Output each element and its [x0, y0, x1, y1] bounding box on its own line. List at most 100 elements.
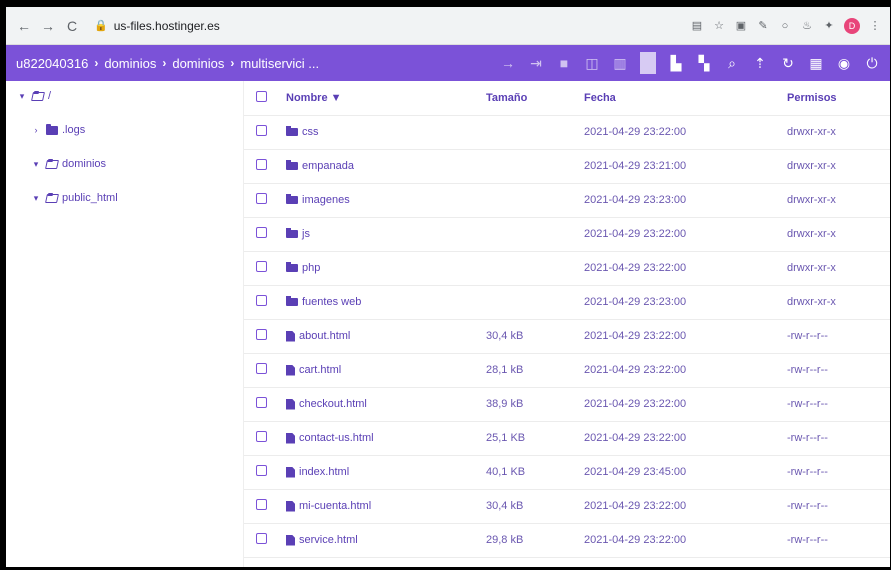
new-file-icon[interactable]: ▙	[668, 55, 684, 72]
column-name[interactable]: Nombre ▼	[286, 81, 486, 116]
table-row[interactable]: imagenes 2021-04-29 23:23:00 drwxr-xr-x	[244, 183, 890, 218]
file-name[interactable]: mi-cuenta.html	[299, 500, 371, 512]
table-row[interactable]: mi-cuenta.html 30,4 kB 2021-04-29 23:22:00…	[244, 489, 890, 524]
breadcrumb-item[interactable]: u822040316	[16, 56, 88, 71]
bookmark-star-icon[interactable]: ☆	[712, 19, 726, 33]
row-checkbox[interactable]	[256, 329, 267, 340]
table-row[interactable]: php 2021-04-29 23:22:00 drwxr-xr-x	[244, 251, 890, 286]
file-name[interactable]: css	[302, 126, 319, 138]
reload-icon[interactable]: C	[62, 18, 82, 34]
file-name[interactable]: about.html	[299, 330, 350, 342]
profile-avatar[interactable]: D	[844, 17, 860, 34]
row-checkbox[interactable]	[256, 397, 267, 408]
file-date: 2021-04-29 23:22:00	[584, 421, 787, 456]
menu-dots-icon[interactable]: ⋮	[868, 19, 882, 33]
tree-item-public-html[interactable]: ▾ public_html	[6, 187, 243, 209]
file-permissions: -rw-r--r--	[787, 353, 890, 388]
copy-icon[interactable]: ⇥	[528, 55, 544, 72]
table-row[interactable]: service.html 29,8 kB 2021-04-29 23:22:00 -r…	[244, 523, 890, 558]
column-permissions[interactable]: Permisos	[787, 81, 890, 116]
file-name[interactable]: empanada	[302, 160, 354, 172]
chevron-down-icon[interactable]: ▾	[16, 91, 28, 102]
file-permissions: -rw-r--r--	[787, 455, 890, 490]
file-name[interactable]: index.html	[299, 466, 349, 478]
file-date: 2021-04-29 23:22:00	[584, 251, 787, 286]
row-checkbox[interactable]	[256, 193, 267, 204]
table-row[interactable]: empanada 2021-04-29 23:21:00 drwxr-xr-x	[244, 149, 890, 184]
row-checkbox[interactable]	[256, 159, 267, 170]
file-permissions: -rw-r--r--	[787, 387, 890, 422]
column-date[interactable]: Fecha	[584, 81, 787, 116]
breadcrumb-item[interactable]: multiservici ...	[240, 56, 319, 71]
extension-icon[interactable]: ▣	[734, 19, 748, 33]
folder-tree: ▾ / › .logs ▾ dominios ▾ public_html	[6, 81, 244, 567]
file-size	[486, 251, 584, 286]
row-checkbox[interactable]	[256, 431, 267, 442]
row-checkbox[interactable]	[256, 465, 267, 476]
file-name[interactable]: checkout.html	[299, 398, 367, 410]
forward-icon[interactable]: →	[38, 18, 58, 34]
table-row[interactable]: about.html 30,4 kB 2021-04-29 23:22:00 -rw-…	[244, 319, 890, 354]
file-name[interactable]: imagenes	[302, 194, 350, 206]
file-icon	[286, 432, 295, 444]
table-row[interactable]: contact-us.html 25,1 KB 2021-04-29 23:22:0…	[244, 421, 890, 456]
table-row[interactable]: css 2021-04-29 23:22:00 drwxr-xr-x	[244, 115, 890, 150]
table-row[interactable]: js 2021-04-29 23:22:00 drwxr-xr-x	[244, 217, 890, 252]
file-manager-toolbar: u822040316 › dominios › dominios › multi…	[6, 45, 890, 81]
tree-item-logs[interactable]: › .logs	[6, 119, 243, 141]
refresh-icon[interactable]: ↻	[780, 55, 796, 72]
file-name[interactable]: cart.html	[299, 364, 341, 376]
file-name[interactable]: contact-us.html	[299, 432, 374, 444]
new-folder-icon[interactable]: ▚	[696, 55, 712, 72]
table-row[interactable]: cart.html 28,1 kB 2021-04-29 23:22:00 -rw-r…	[244, 353, 890, 388]
pen-extension-icon[interactable]: ✎	[756, 19, 770, 33]
row-checkbox[interactable]	[256, 125, 267, 136]
circle-extension-icon[interactable]: ○	[778, 19, 792, 33]
file-name[interactable]: js	[302, 228, 310, 240]
file-name[interactable]: php	[302, 262, 320, 274]
back-icon[interactable]: ←	[14, 18, 34, 34]
settings-icon[interactable]: ◉	[836, 55, 852, 72]
chevron-right-icon: ›	[94, 56, 99, 70]
content-area: ▾ / › .logs ▾ dominios ▾ public_html Nom…	[6, 81, 890, 567]
move-icon[interactable]: →	[500, 55, 516, 71]
chevron-down-icon[interactable]: ▾	[30, 159, 42, 170]
tree-item-root[interactable]: ▾ /	[6, 85, 243, 107]
row-checkbox[interactable]	[256, 261, 267, 272]
row-checkbox[interactable]	[256, 499, 267, 510]
folder-icon	[286, 228, 298, 238]
file-date: 2021-04-29 23:23:00	[584, 183, 787, 218]
row-checkbox[interactable]	[256, 533, 267, 544]
archive-icon[interactable]: ◫	[584, 55, 600, 72]
row-checkbox[interactable]	[256, 295, 267, 306]
search-icon[interactable]: ⌕	[724, 55, 740, 72]
table-row[interactable]: fuentes web 2021-04-29 23:23:00 drwxr-xr-x	[244, 285, 890, 320]
translate-icon[interactable]: ▤	[690, 19, 704, 33]
breadcrumb-item[interactable]: dominios	[104, 56, 156, 71]
tree-item-dominios[interactable]: ▾ dominios	[6, 153, 243, 175]
select-all-checkbox[interactable]	[256, 90, 267, 102]
row-checkbox[interactable]	[256, 363, 267, 374]
file-permissions: drwxr-xr-x	[787, 149, 890, 184]
file-name[interactable]: fuentes web	[302, 296, 361, 308]
row-checkbox[interactable]	[256, 227, 267, 238]
flame-extension-icon[interactable]: ♨	[800, 19, 814, 33]
trash-icon[interactable]: ▥	[612, 55, 628, 72]
puzzle-icon[interactable]: ✦	[822, 19, 836, 33]
table-row[interactable]: index.html 40,1 KB 2021-04-29 23:45:00 -rw-…	[244, 455, 890, 490]
file-size: 40,1 KB	[486, 455, 584, 490]
chevron-down-icon[interactable]: ▾	[30, 193, 42, 204]
table-row[interactable]: checkout.html 38,9 kB 2021-04-29 23:22:00-…	[244, 387, 890, 422]
breadcrumb-item[interactable]: dominios	[172, 56, 224, 71]
folder-icon	[286, 296, 298, 306]
chevron-right-icon[interactable]: ›	[30, 125, 42, 135]
file-name[interactable]: service.html	[299, 534, 358, 546]
browser-bar: ← → C 🔒 us-files.hostinger.es ▤ ☆ ▣ ✎ ○ …	[6, 7, 890, 45]
grid-view-icon[interactable]: ▦	[808, 55, 824, 72]
address-bar[interactable]: 🔒 us-files.hostinger.es	[86, 14, 228, 38]
power-icon[interactable]: ⏻	[864, 55, 880, 72]
column-size[interactable]: Tamaño	[486, 81, 584, 116]
upload-icon[interactable]: ⇡	[752, 55, 768, 72]
file-size: 38,9 kB	[486, 387, 584, 422]
lock-permissions-icon[interactable]: ■	[556, 55, 572, 71]
